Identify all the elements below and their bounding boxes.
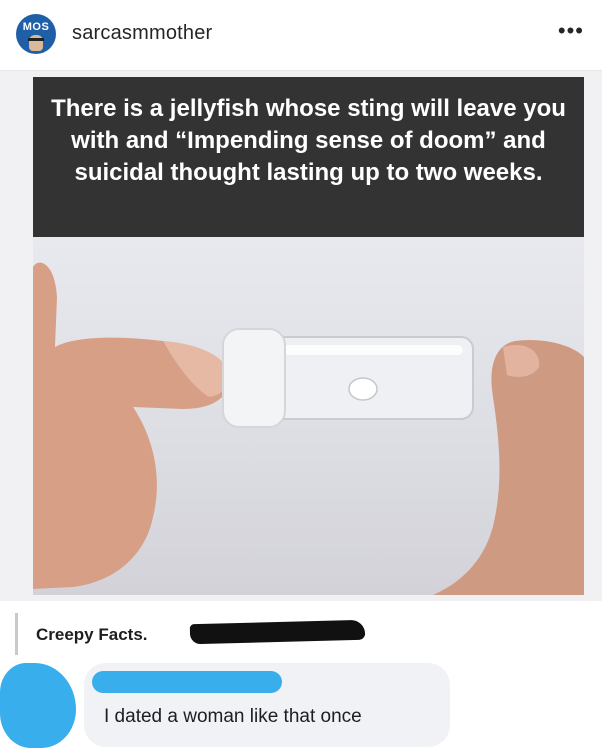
source-page-name[interactable]: Creepy Facts.: [36, 625, 148, 645]
username[interactable]: sarcasmmother: [72, 22, 212, 45]
commenter-avatar-redacted: [0, 663, 76, 748]
vial-highlight: [273, 345, 463, 355]
commenter-name-redacted: [92, 671, 282, 693]
photo-illustration: [33, 262, 584, 595]
caption-text: There is a jellyfish whose sting will le…: [51, 95, 566, 186]
vial-cap: [222, 328, 286, 428]
comment-bubble: I dated a woman like that once: [84, 663, 450, 747]
left-hand-shape: [33, 262, 229, 589]
comment-section: Creepy Facts. I dated a woman like that …: [0, 601, 602, 748]
post-image: There is a jellyfish whose sting will le…: [0, 71, 602, 748]
jellyfish-specimen: [348, 377, 378, 401]
profile-avatar[interactable]: MOS: [16, 14, 56, 54]
more-options-icon[interactable]: •••: [558, 18, 584, 44]
quote-divider: [15, 613, 18, 655]
avatar-logo-text: MOS: [22, 21, 50, 33]
comment-text: I dated a woman like that once: [104, 706, 362, 727]
post-header: MOS sarcasmmother •••: [0, 0, 602, 71]
avatar-glasses-icon: [28, 38, 44, 45]
jellyfish-vial-photo: [33, 237, 584, 595]
redaction-scribble: [189, 619, 366, 645]
caption-banner: There is a jellyfish whose sting will le…: [33, 77, 584, 237]
